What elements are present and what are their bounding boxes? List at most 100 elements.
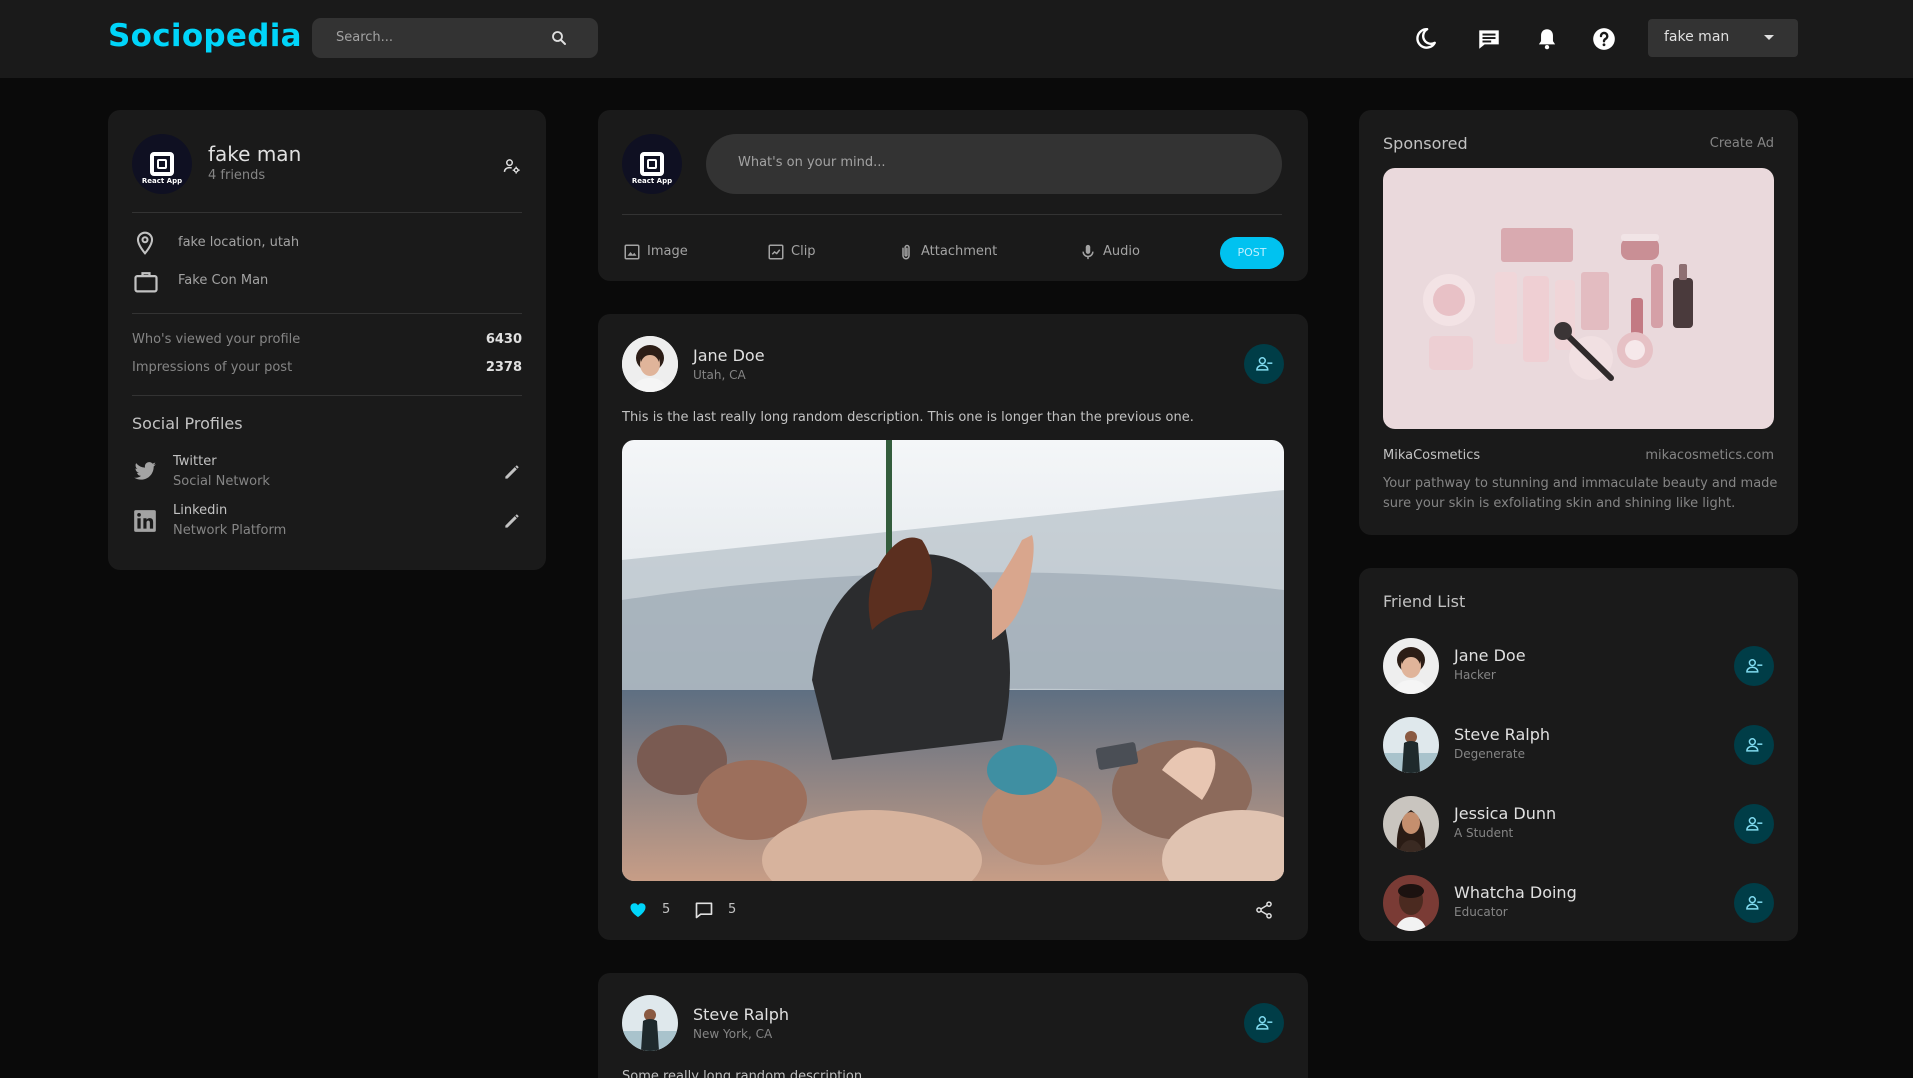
share-icon[interactable] <box>1254 900 1274 920</box>
ad-description-line-2: sure your skin is exfoliating skin and s… <box>1383 496 1736 511</box>
moon-icon[interactable] <box>1412 26 1438 52</box>
post-author-avatar[interactable] <box>622 336 678 392</box>
friend-avatar[interactable] <box>1383 717 1439 773</box>
attachment-action[interactable]: Attachment <box>921 244 997 259</box>
person-remove-icon <box>1256 357 1273 371</box>
friend-avatar[interactable] <box>1383 638 1439 694</box>
work-icon <box>134 272 158 293</box>
user-menu-value: fake man <box>1664 29 1730 45</box>
search-bar[interactable]: Search... <box>312 18 598 58</box>
likes-count: 5 <box>662 902 671 917</box>
attachment-icon[interactable] <box>897 242 915 262</box>
linkedin-icon <box>134 510 156 532</box>
bell-icon[interactable] <box>1534 26 1560 52</box>
twitter-icon <box>134 462 156 480</box>
user-name[interactable]: fake man <box>208 142 301 166</box>
profile-views-label: Who's viewed your profile <box>132 332 301 347</box>
twitter-type: Social Network <box>173 474 270 489</box>
ad-brand[interactable]: MikaCosmetics <box>1383 448 1480 463</box>
person-remove-icon <box>1256 1016 1273 1030</box>
location-icon <box>136 231 154 255</box>
linkedin-label: Linkedin <box>173 503 228 518</box>
post-description: Some really long random description <box>622 1069 863 1078</box>
friend-list-title: Friend List <box>1383 592 1466 611</box>
friend-name[interactable]: Steve Ralph <box>1454 725 1550 744</box>
ad-url[interactable]: mikacosmetics.com <box>1645 448 1774 463</box>
friend-avatar[interactable] <box>1383 875 1439 931</box>
edit-icon[interactable] <box>502 511 522 531</box>
friend-avatar[interactable] <box>1383 796 1439 852</box>
app-logo[interactable]: Sociopedia <box>108 18 302 54</box>
clip-action[interactable]: Clip <box>791 244 816 259</box>
sponsored-widget: Sponsored Create Ad MikaCosmetics mikaco… <box>1359 110 1798 535</box>
friend-occupation: A Student <box>1454 826 1514 840</box>
divider <box>132 212 522 213</box>
post-card: Steve Ralph New York, CA Some really lon… <box>598 973 1308 1078</box>
person-remove-icon <box>1746 738 1763 752</box>
friend-occupation: Degenerate <box>1454 747 1525 761</box>
comments-count: 5 <box>728 902 737 917</box>
post-author-avatar[interactable] <box>622 995 678 1051</box>
user-menu-select[interactable]: fake man <box>1648 19 1798 57</box>
comment-icon[interactable] <box>694 900 714 920</box>
post-description: This is the last really long random desc… <box>622 410 1194 425</box>
ad-description-line-1: Your pathway to stunning and immaculate … <box>1383 476 1778 491</box>
social-profiles-title: Social Profiles <box>132 414 243 433</box>
impressions-value: 2378 <box>485 360 522 375</box>
friend-list-widget: Friend List Jane Doe Hacker Steve Ralph … <box>1359 568 1798 941</box>
user-avatar[interactable]: React App <box>132 134 192 194</box>
image-icon[interactable] <box>623 243 641 261</box>
user-widget: React App fake man 4 friends fake locati… <box>108 110 546 570</box>
composer-avatar: React App <box>622 134 682 194</box>
heart-icon[interactable] <box>628 900 648 920</box>
navbar: Sociopedia Search... fake man <box>0 0 1913 78</box>
search-icon[interactable] <box>550 29 568 47</box>
post-card: Jane Doe Utah, CA This is the last reall… <box>598 314 1308 940</box>
person-remove-icon <box>1746 896 1763 910</box>
divider <box>622 214 1282 215</box>
post-author-location: New York, CA <box>693 1027 773 1041</box>
edit-icon[interactable] <box>502 462 522 482</box>
microphone-icon[interactable] <box>1079 242 1097 262</box>
composer-input[interactable]: What's on your mind... <box>706 134 1282 194</box>
image-action[interactable]: Image <box>647 244 688 259</box>
remove-friend-button[interactable] <box>1244 344 1284 384</box>
help-icon[interactable] <box>1591 26 1617 52</box>
twitter-label: Twitter <box>173 454 217 469</box>
person-remove-icon <box>1746 659 1763 673</box>
friend-occupation: Educator <box>1454 905 1508 919</box>
audio-action[interactable]: Audio <box>1103 244 1140 259</box>
post-button[interactable]: POST <box>1220 237 1284 269</box>
friend-name[interactable]: Whatcha Doing <box>1454 883 1577 902</box>
friend-name[interactable]: Jane Doe <box>1454 646 1526 665</box>
remove-friend-button[interactable] <box>1734 646 1774 686</box>
divider <box>132 395 522 396</box>
clip-icon[interactable] <box>767 243 785 261</box>
post-author-location: Utah, CA <box>693 368 746 382</box>
friend-name[interactable]: Jessica Dunn <box>1454 804 1556 823</box>
post-image[interactable] <box>622 440 1284 881</box>
post-author-name[interactable]: Jane Doe <box>693 346 765 365</box>
friend-count: 4 friends <box>208 168 266 183</box>
profile-views-value: 6430 <box>485 332 522 347</box>
linkedin-type: Network Platform <box>173 523 287 538</box>
chevron-down-icon <box>1764 35 1774 40</box>
ad-image[interactable] <box>1383 168 1774 429</box>
divider <box>132 313 522 314</box>
user-occupation: Fake Con Man <box>178 273 269 288</box>
manage-accounts-icon[interactable] <box>502 156 522 176</box>
post-author-name[interactable]: Steve Ralph <box>693 1005 789 1024</box>
impressions-label: Impressions of your post <box>132 360 293 375</box>
remove-friend-button[interactable] <box>1734 804 1774 844</box>
create-ad-link[interactable]: Create Ad <box>1710 136 1774 151</box>
remove-friend-button[interactable] <box>1244 1003 1284 1043</box>
message-icon[interactable] <box>1476 26 1502 52</box>
composer-placeholder: What's on your mind... <box>738 155 886 170</box>
search-placeholder: Search... <box>336 30 394 45</box>
remove-friend-button[interactable] <box>1734 725 1774 765</box>
friend-occupation: Hacker <box>1454 668 1496 682</box>
remove-friend-button[interactable] <box>1734 883 1774 923</box>
sponsored-title: Sponsored <box>1383 134 1468 153</box>
person-remove-icon <box>1746 817 1763 831</box>
user-location: fake location, utah <box>178 235 300 250</box>
